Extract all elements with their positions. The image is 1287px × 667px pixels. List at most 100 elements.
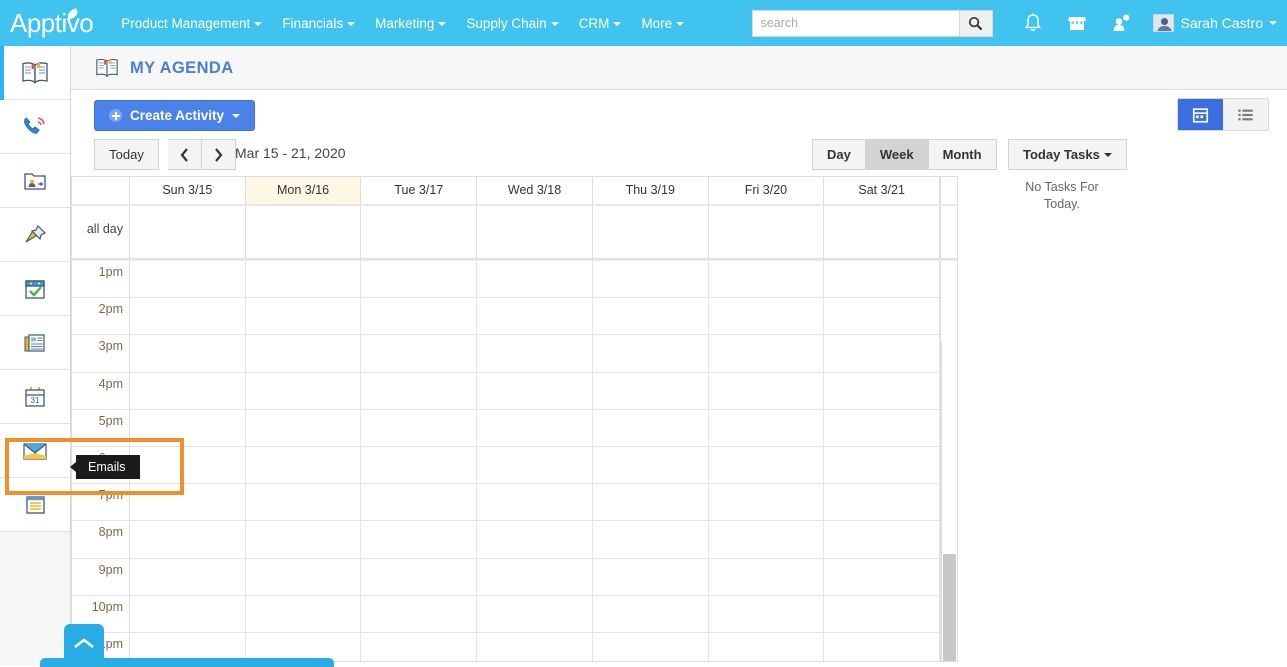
time-slot-cell[interactable] — [824, 559, 940, 596]
time-slot-cell[interactable] — [361, 373, 477, 410]
time-slot-cell[interactable] — [824, 298, 940, 335]
app-store-button[interactable] — [1062, 8, 1092, 38]
time-slot-cell[interactable] — [246, 559, 362, 596]
all-day-cell[interactable] — [709, 206, 825, 258]
time-slot-cell[interactable] — [593, 335, 709, 372]
time-slot-cell[interactable] — [593, 261, 709, 298]
time-slot-cell[interactable] — [709, 335, 825, 372]
scroll-to-top-button[interactable] — [64, 624, 104, 662]
time-slot-cell[interactable] — [246, 335, 362, 372]
time-slot-cell[interactable] — [593, 633, 709, 662]
time-slot-cell[interactable] — [246, 596, 362, 633]
sidebar-item-contacts[interactable] — [0, 154, 70, 208]
time-slot-cell[interactable] — [130, 521, 246, 558]
time-slot-cell[interactable] — [824, 596, 940, 633]
search-input[interactable] — [753, 11, 959, 36]
calendar-scrollbar-thumb[interactable] — [943, 554, 956, 662]
view-mode-day[interactable]: Day — [812, 139, 866, 170]
time-slot-cell[interactable] — [246, 261, 362, 298]
time-slot-cell[interactable] — [709, 373, 825, 410]
time-slot-cell[interactable] — [361, 410, 477, 447]
create-activity-button[interactable]: Create Activity — [94, 100, 255, 131]
time-slot-cell[interactable] — [246, 410, 362, 447]
time-slot-cell[interactable] — [824, 261, 940, 298]
time-slot-cell[interactable] — [824, 521, 940, 558]
time-slot-cell[interactable] — [709, 410, 825, 447]
add-user-button[interactable] — [1106, 8, 1136, 38]
time-slot-cell[interactable] — [130, 261, 246, 298]
time-slot-cell[interactable] — [361, 335, 477, 372]
notifications-button[interactable] — [1018, 8, 1048, 38]
today-tasks-button[interactable]: Today Tasks — [1008, 139, 1127, 170]
time-slot-cell[interactable] — [824, 484, 940, 521]
time-slot-cell[interactable] — [246, 447, 362, 484]
time-slot-cell[interactable] — [130, 298, 246, 335]
all-day-cell[interactable] — [477, 206, 593, 258]
time-slot-cell[interactable] — [824, 447, 940, 484]
sidebar-item-tasks[interactable] — [0, 262, 70, 316]
time-slot-cell[interactable] — [593, 373, 709, 410]
sidebar-item-news[interactable] — [0, 316, 70, 370]
time-slot-cell[interactable] — [361, 633, 477, 662]
time-slot-cell[interactable] — [361, 484, 477, 521]
time-slot-cell[interactable] — [593, 596, 709, 633]
today-button[interactable]: Today — [94, 139, 159, 170]
list-view-button[interactable] — [1223, 99, 1268, 130]
day-header-wed[interactable]: Wed 3/18 — [477, 177, 593, 204]
time-slot-cell[interactable] — [477, 559, 593, 596]
day-header-tue[interactable]: Tue 3/17 — [361, 177, 477, 204]
time-slot-cell[interactable] — [477, 373, 593, 410]
sidebar-item-calendar[interactable]: 31 — [0, 370, 70, 424]
time-slot-cell[interactable] — [130, 410, 246, 447]
time-slot-cell[interactable] — [477, 447, 593, 484]
nav-item-product-management[interactable]: Product Management — [111, 10, 272, 37]
time-slot-cell[interactable] — [477, 335, 593, 372]
day-header-fri[interactable]: Fri 3/20 — [709, 177, 825, 204]
time-slot-cell[interactable] — [361, 596, 477, 633]
all-day-cell[interactable] — [361, 206, 477, 258]
time-slot-cell[interactable] — [593, 410, 709, 447]
time-slot-cell[interactable] — [477, 596, 593, 633]
time-slot-cell[interactable] — [246, 373, 362, 410]
nav-item-financials[interactable]: Financials — [272, 10, 365, 37]
time-slot-cell[interactable] — [477, 261, 593, 298]
brand-logo[interactable]: Apptivo — [10, 10, 93, 36]
sidebar-item-notes[interactable] — [0, 478, 70, 532]
time-slot-cell[interactable] — [709, 298, 825, 335]
time-slot-cell[interactable] — [130, 335, 246, 372]
calendar-scrollbar[interactable] — [941, 342, 957, 662]
time-slot-cell[interactable] — [593, 484, 709, 521]
calendar-view-button[interactable] — [1178, 99, 1223, 130]
sidebar-item-pins[interactable] — [0, 208, 70, 262]
time-slot-cell[interactable] — [709, 521, 825, 558]
time-slot-cell[interactable] — [130, 373, 246, 410]
sidebar-item-agenda[interactable] — [0, 46, 70, 100]
time-slot-cell[interactable] — [246, 484, 362, 521]
time-slot-cell[interactable] — [593, 559, 709, 596]
all-day-cell[interactable] — [246, 206, 362, 258]
nav-item-supply-chain[interactable]: Supply Chain — [456, 10, 568, 37]
time-slot-cell[interactable] — [709, 559, 825, 596]
time-slot-cell[interactable] — [130, 559, 246, 596]
view-mode-month[interactable]: Month — [929, 139, 997, 170]
nav-item-marketing[interactable]: Marketing — [365, 10, 456, 37]
time-slot-cell[interactable] — [709, 596, 825, 633]
time-slot-cell[interactable] — [477, 521, 593, 558]
all-day-cell[interactable] — [130, 206, 246, 258]
time-slot-cell[interactable] — [361, 261, 477, 298]
time-slot-cell[interactable] — [130, 596, 246, 633]
time-slot-cell[interactable] — [709, 484, 825, 521]
time-slot-cell[interactable] — [477, 298, 593, 335]
time-slot-cell[interactable] — [361, 521, 477, 558]
time-slot-cell[interactable] — [477, 484, 593, 521]
nav-item-crm[interactable]: CRM — [569, 10, 632, 37]
time-slot-cell[interactable] — [593, 447, 709, 484]
time-slot-cell[interactable] — [593, 521, 709, 558]
time-slot-cell[interactable] — [246, 521, 362, 558]
all-day-cell[interactable] — [593, 206, 709, 258]
all-day-cell[interactable] — [824, 206, 940, 258]
day-header-sun[interactable]: Sun 3/15 — [130, 177, 246, 204]
time-slot-cell[interactable] — [130, 447, 246, 484]
user-menu[interactable]: Sarah Castro — [1153, 14, 1277, 32]
time-slot-cell[interactable] — [824, 373, 940, 410]
